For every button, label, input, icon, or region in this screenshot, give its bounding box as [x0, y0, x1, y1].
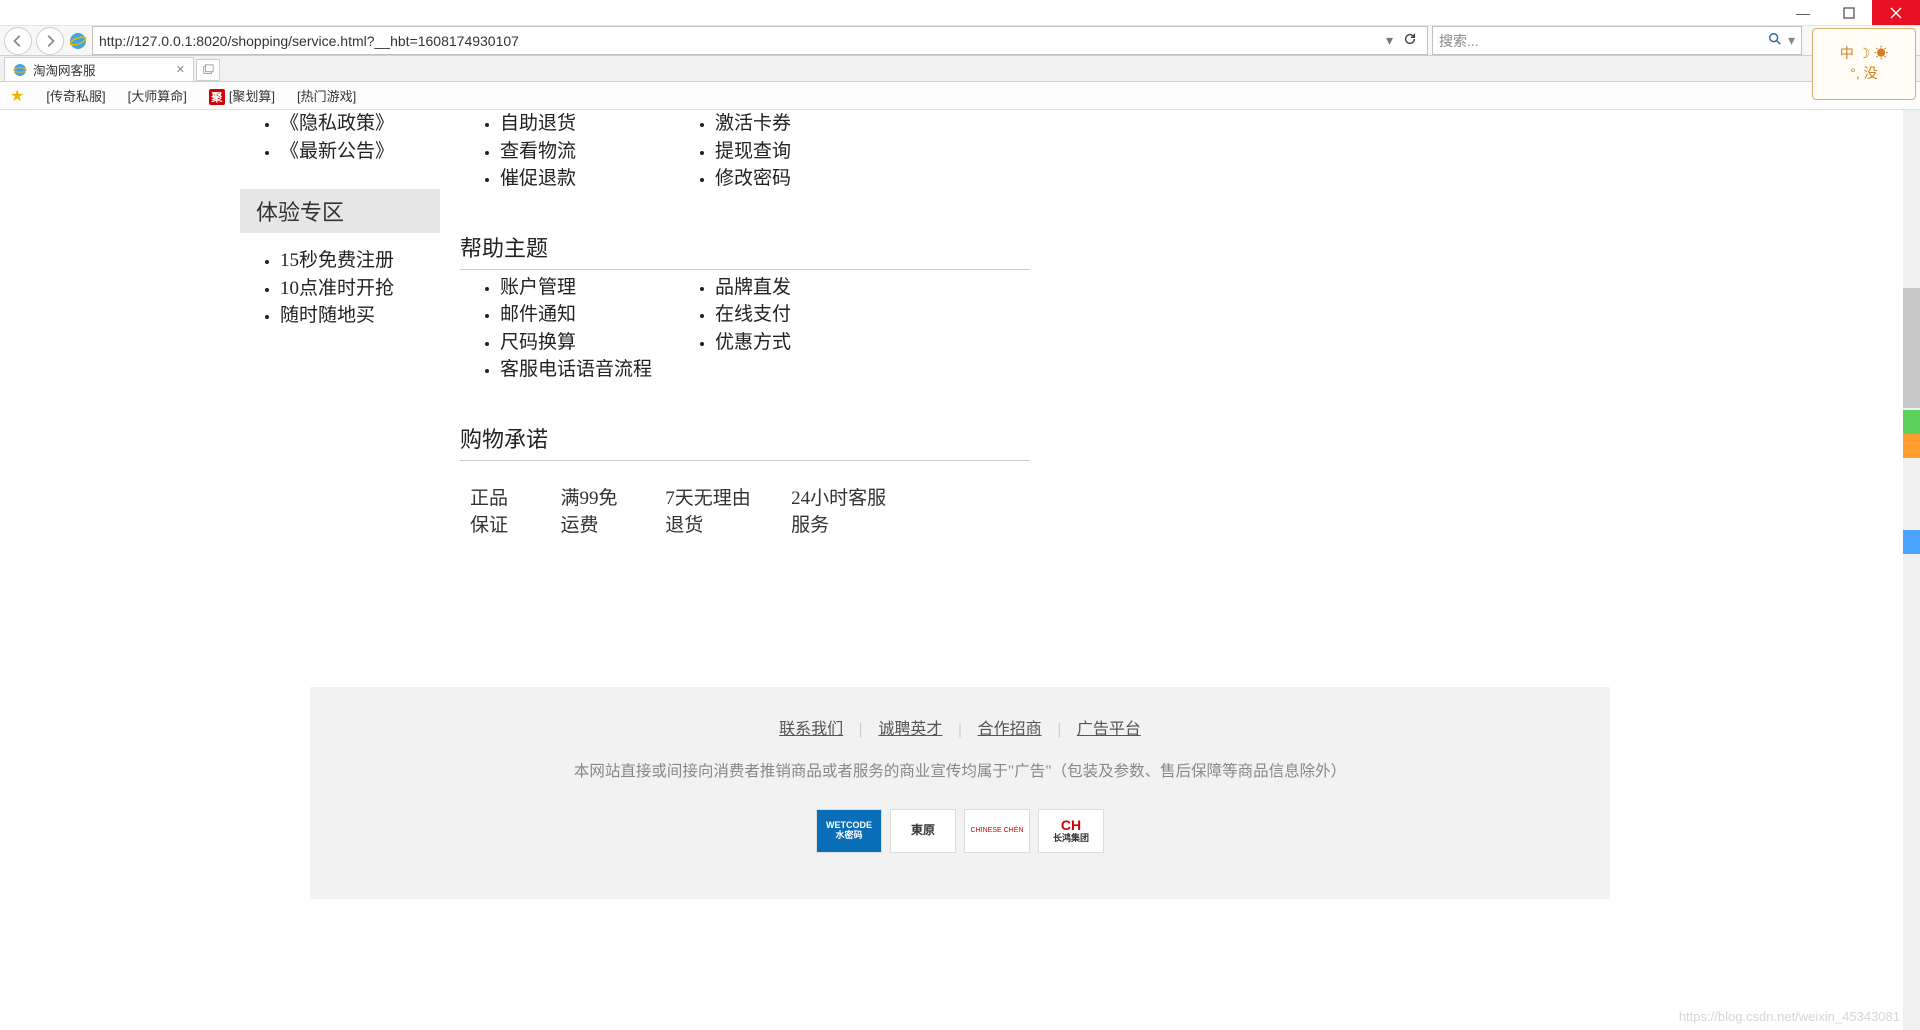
- list-item[interactable]: 激活卡券: [715, 110, 890, 138]
- forward-button[interactable]: [36, 27, 64, 55]
- scrollbar-marker: [1903, 434, 1920, 458]
- account-ops-list: 激活卡券 提现查询 修改密码: [675, 110, 890, 193]
- vertical-scrollbar[interactable]: [1903, 110, 1920, 1030]
- footer-link-jobs[interactable]: 诚聘英才: [878, 721, 942, 738]
- footer-sep: |: [859, 721, 862, 738]
- ime-line1: 中 ☽ ☀: [1840, 44, 1888, 64]
- search-placeholder: 搜索...: [1439, 31, 1479, 51]
- favorites-star-icon[interactable]: ★: [10, 86, 24, 106]
- window-maximize-button[interactable]: [1826, 0, 1872, 25]
- tab-favicon-icon: [13, 63, 27, 77]
- list-item[interactable]: 在线支付: [715, 301, 890, 329]
- list-item[interactable]: 尺码换算: [500, 329, 675, 357]
- sidebar-experience-header: 体验专区: [240, 189, 440, 233]
- list-item[interactable]: 15秒免费注册: [280, 247, 440, 275]
- watermark-text: https://blog.csdn.net/weixin_45343081: [1679, 1009, 1900, 1024]
- bookmark-item[interactable]: [热门游戏]: [297, 86, 356, 105]
- ime-floating-widget[interactable]: 中 ☽ ☀ °, 没: [1812, 28, 1916, 100]
- url-dropdown-icon[interactable]: ▾: [1386, 32, 1393, 49]
- browser-tab[interactable]: 淘淘网客服 ✕: [4, 57, 194, 81]
- list-item[interactable]: 品牌直发: [715, 274, 890, 302]
- tab-title: 淘淘网客服: [33, 60, 96, 79]
- new-tab-button[interactable]: [196, 59, 220, 81]
- new-tab-icon: [202, 64, 214, 76]
- scrollbar-marker: [1903, 410, 1920, 434]
- list-item[interactable]: 随时随地买: [280, 302, 440, 330]
- promise-item: 7天无理由退货: [665, 483, 757, 537]
- page-footer: 联系我们 | 诚聘英才 | 合作招商 | 广告平台 本网站直接或间接向消费者推销…: [310, 687, 1610, 899]
- promise-item: 满99免运费: [561, 483, 632, 537]
- list-item[interactable]: 10点准时开抢: [280, 275, 440, 303]
- shopping-promise-title: 购物承诺: [460, 422, 1030, 461]
- bookmark-item[interactable]: [传奇私服]: [46, 86, 105, 105]
- refresh-icon: [1403, 32, 1417, 46]
- footer-links: 联系我们 | 诚聘英才 | 合作招商 | 广告平台: [310, 715, 1610, 739]
- promise-item: 24小时客服服务: [791, 483, 890, 537]
- list-item[interactable]: 账户管理: [500, 274, 675, 302]
- footer-link-ads[interactable]: 广告平台: [1077, 721, 1141, 738]
- url-text: http://127.0.0.1:8020/shopping/service.h…: [99, 33, 519, 49]
- help-topics-right-list: 品牌直发 在线支付 优惠方式: [675, 274, 890, 384]
- list-item[interactable]: 客服电话语音流程: [500, 356, 675, 384]
- window-minimize-button[interactable]: ―: [1780, 0, 1826, 25]
- search-icon[interactable]: [1768, 32, 1782, 49]
- refresh-button[interactable]: [1399, 32, 1421, 49]
- list-item[interactable]: 《隐私政策》: [280, 110, 440, 138]
- tab-strip: 淘淘网客服 ✕: [0, 56, 1920, 82]
- footer-logo-dongyuan[interactable]: 東原: [890, 809, 956, 853]
- list-item[interactable]: 《最新公告》: [280, 138, 440, 166]
- ju-badge-icon: 聚: [209, 89, 225, 105]
- window-close-button[interactable]: [1872, 0, 1920, 25]
- promise-item: 正品保证: [470, 483, 527, 537]
- sidebar-policy-list: 《隐私政策》 《最新公告》: [240, 110, 440, 165]
- help-topics-left-list: 账户管理 邮件通知 尺码换算 客服电话语音流程: [460, 274, 675, 384]
- list-item[interactable]: 邮件通知: [500, 301, 675, 329]
- ie-logo-icon: [68, 31, 88, 51]
- footer-link-partner[interactable]: 合作招商: [978, 721, 1042, 738]
- ime-line2: °, 没: [1850, 64, 1877, 84]
- list-item[interactable]: 催促退款: [500, 165, 675, 193]
- search-box[interactable]: 搜索... ▾: [1432, 26, 1802, 55]
- browser-nav-row: http://127.0.0.1:8020/shopping/service.h…: [0, 26, 1920, 56]
- bookmark-item[interactable]: [大师算命]: [128, 86, 187, 105]
- selfservice-list: 自助退货 查看物流 催促退款: [460, 110, 675, 193]
- window-titlebar: ―: [0, 0, 1920, 26]
- shopping-promise-row: 正品保证 满99免运费 7天无理由退货 24小时客服服务: [460, 483, 890, 537]
- address-bar[interactable]: http://127.0.0.1:8020/shopping/service.h…: [92, 26, 1428, 55]
- footer-logos: WETCODE 水密码 東原 CHINESE CHÉN CH 长鸿集团: [310, 809, 1610, 853]
- footer-disclaimer: 本网站直接或间接向消费者推销商品或者服务的商业宣传均属于"广告"（包装及参数、售…: [310, 759, 1610, 781]
- list-item[interactable]: 自助退货: [500, 110, 675, 138]
- list-item[interactable]: 修改密码: [715, 165, 890, 193]
- tab-close-button[interactable]: ✕: [176, 63, 185, 76]
- arrow-right-icon: [43, 34, 57, 48]
- close-icon: [1890, 7, 1902, 19]
- sidebar-experience-list: 15秒免费注册 10点准时开抢 随时随地买: [240, 247, 440, 330]
- list-item[interactable]: 提现查询: [715, 138, 890, 166]
- back-button[interactable]: [4, 27, 32, 55]
- list-item[interactable]: 查看物流: [500, 138, 675, 166]
- bookmark-bar: ★ [传奇私服] [大师算命] 聚[聚划算] [热门游戏]: [0, 82, 1920, 110]
- footer-sep: |: [958, 721, 961, 738]
- list-item[interactable]: 优惠方式: [715, 329, 890, 357]
- footer-logo-ch[interactable]: CH 长鸿集团: [1038, 809, 1104, 853]
- scrollbar-thumb[interactable]: [1903, 288, 1920, 408]
- footer-logo-cnchn[interactable]: CHINESE CHÉN: [964, 809, 1030, 853]
- search-dropdown-icon[interactable]: ▾: [1788, 32, 1795, 49]
- help-topics-title: 帮助主题: [460, 231, 1030, 270]
- footer-link-contact[interactable]: 联系我们: [779, 721, 843, 738]
- footer-logo-wetcode[interactable]: WETCODE 水密码: [816, 809, 882, 853]
- arrow-left-icon: [11, 34, 25, 48]
- bookmark-item[interactable]: 聚[聚划算]: [209, 86, 275, 105]
- scrollbar-marker: [1903, 530, 1920, 554]
- maximize-icon: [1843, 7, 1855, 19]
- footer-sep: |: [1058, 721, 1061, 738]
